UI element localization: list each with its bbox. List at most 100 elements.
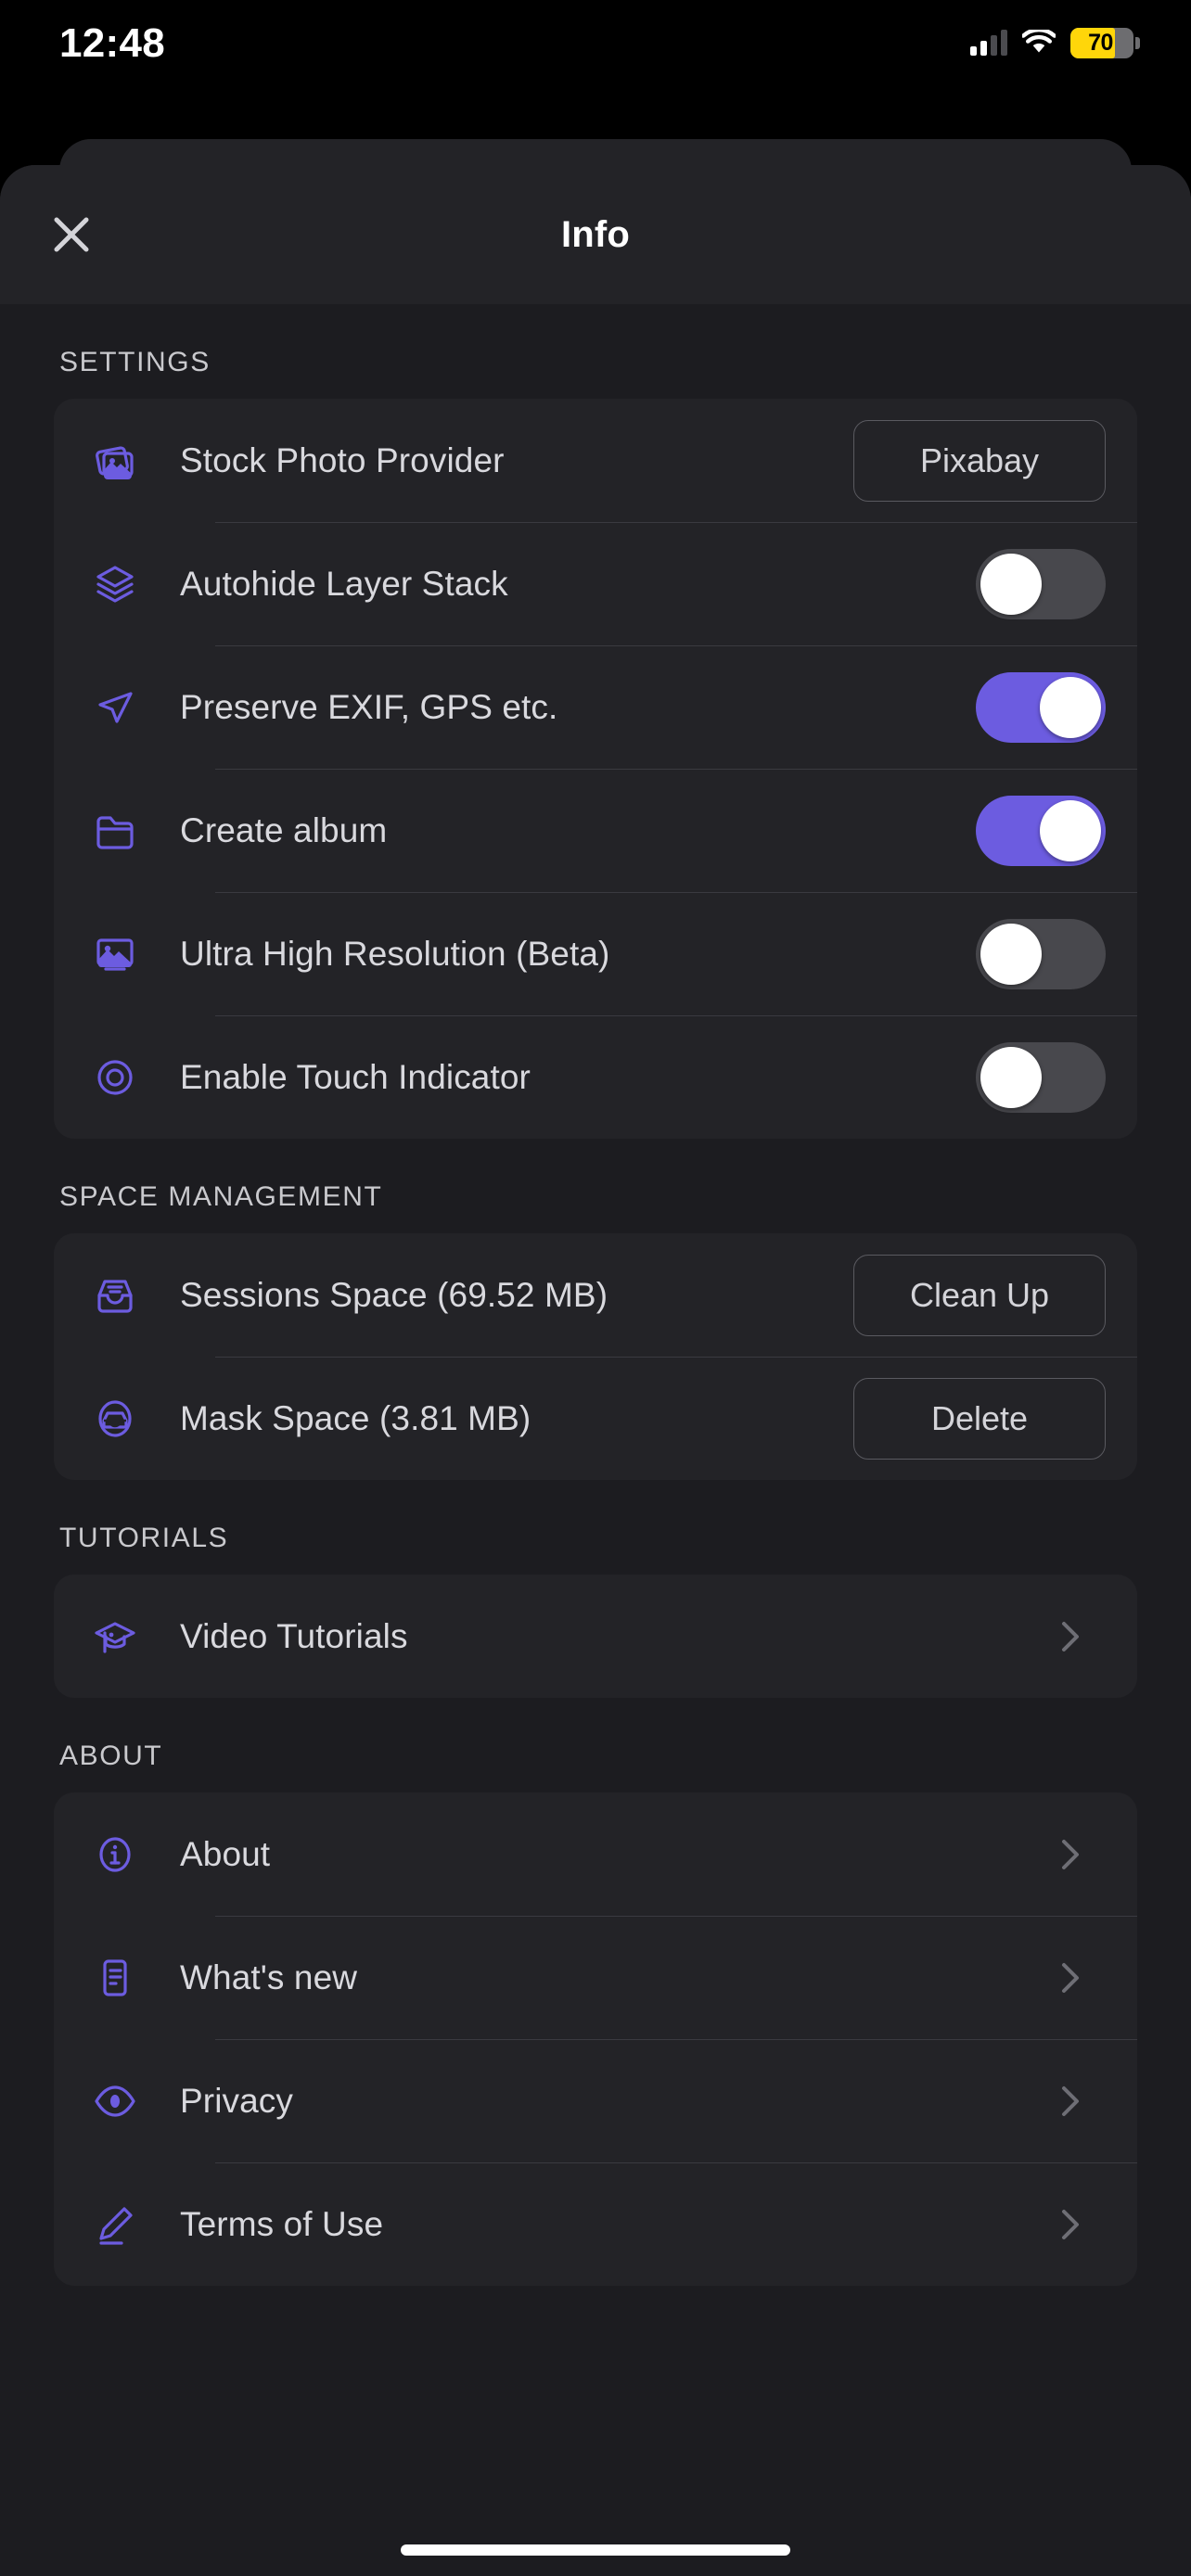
settings-row[interactable]: Mask Space (3.81 MB) Delete — [54, 1357, 1137, 1480]
toggle-knob — [980, 1046, 1042, 1108]
settings-row[interactable]: Autohide Layer Stack — [54, 522, 1137, 645]
changelog-icon — [103, 1958, 127, 1996]
settings-row[interactable]: Create album — [54, 769, 1137, 892]
settings-row-label: What's new — [180, 1958, 358, 1996]
settings-row[interactable]: What's new — [54, 1916, 1137, 2039]
settings-row-control: Pixabay — [853, 419, 1137, 502]
settings-row[interactable]: Sessions Space (69.52 MB) Clean Up — [54, 1233, 1137, 1357]
toggle-switch[interactable] — [976, 548, 1106, 619]
settings-row-label: Sessions Space (69.52 MB) — [180, 1275, 608, 1314]
phone-screen: 12:48 70 Info SETTINGS Stock Photo Provi… — [0, 0, 1191, 2576]
sheet-navbar: Info — [0, 165, 1191, 304]
disclosure-chevron[interactable] — [1048, 2202, 1106, 2247]
settings-card: Sessions Space (69.52 MB) Clean Up Mask Sp… — [54, 1233, 1137, 1480]
settings-row-control: Delete — [853, 1377, 1137, 1460]
pencil-icon — [99, 2206, 133, 2245]
settings-row-control — [1048, 2202, 1137, 2247]
inbox-icon-wrap — [93, 1273, 163, 1318]
close-icon — [54, 217, 89, 252]
wifi-icon — [1022, 30, 1056, 53]
toggle-switch[interactable] — [976, 1041, 1106, 1113]
value-button[interactable]: Pixabay — [853, 419, 1106, 502]
disclosure-chevron[interactable] — [1048, 2079, 1106, 2123]
pencil-icon-wrap — [93, 2202, 163, 2247]
settings-row-label: Create album — [180, 810, 388, 849]
settings-row-control — [1048, 1956, 1137, 2000]
settings-row-label: Stock Photo Provider — [180, 440, 505, 479]
section-header-settings: SETTINGS — [59, 347, 211, 377]
inbox-icon — [97, 1279, 133, 1313]
settings-row-control — [976, 671, 1137, 743]
graduation-cap-icon — [95, 1621, 135, 1653]
graduation-cap-icon-wrap — [93, 1614, 163, 1659]
close-button[interactable] — [37, 200, 106, 269]
home-indicator — [401, 2544, 790, 2556]
eye-icon — [95, 2085, 135, 2117]
folder-icon — [96, 815, 134, 849]
settings-row[interactable]: Enable Touch Indicator — [54, 1015, 1137, 1139]
touch-indicator-icon-wrap — [93, 1055, 163, 1100]
settings-row[interactable]: Video Tutorials — [54, 1575, 1137, 1698]
settings-row[interactable]: Terms of Use — [54, 2162, 1137, 2286]
page-title: Info — [560, 213, 631, 255]
toggle-knob — [980, 553, 1042, 615]
settings-card: About What's new Privacy Terms of Use — [54, 1792, 1137, 2286]
settings-row-control — [976, 918, 1137, 989]
settings-row-control — [976, 548, 1137, 619]
mask-inbox-icon-wrap — [93, 1396, 163, 1441]
navigation-arrow-icon — [98, 691, 133, 723]
image-icon — [96, 937, 134, 971]
touch-indicator-icon — [97, 1059, 133, 1095]
section-header-tutorials: TUTORIALS — [59, 1523, 229, 1553]
section-header-space-management: SPACE MANAGEMENT — [59, 1181, 383, 1212]
settings-row[interactable]: Ultra High Resolution (Beta) — [54, 892, 1137, 1015]
chevron-right-icon — [1062, 1839, 1079, 1869]
battery-percent-label: 70 — [1088, 29, 1113, 56]
settings-row[interactable]: About — [54, 1792, 1137, 1916]
settings-row-label: Mask Space (3.81 MB) — [180, 1398, 531, 1437]
settings-row-label: About — [180, 1834, 271, 1873]
disclosure-chevron[interactable] — [1048, 1832, 1106, 1877]
settings-row[interactable]: Stock Photo Provider Pixabay — [54, 399, 1137, 522]
settings-row-label: Ultra High Resolution (Beta) — [180, 934, 610, 973]
folder-icon-wrap — [93, 809, 163, 853]
settings-row-label: Privacy — [180, 2081, 293, 2120]
settings-row[interactable]: Privacy — [54, 2039, 1137, 2162]
cellular-signal-icon — [970, 30, 1007, 56]
battery-icon: 70 — [1070, 27, 1140, 58]
info-sheet: Info SETTINGS Stock Photo Provider Pixabay… — [0, 165, 1191, 2576]
toggle-knob — [980, 923, 1042, 985]
settings-row-control — [1048, 2079, 1137, 2123]
info-circle-icon — [99, 1836, 131, 1872]
settings-row-label: Terms of Use — [180, 2204, 384, 2243]
toggle-knob — [1040, 799, 1101, 861]
settings-card: Stock Photo Provider Pixabay Autohide Laye… — [54, 399, 1137, 1139]
toggle-switch[interactable] — [976, 795, 1106, 866]
chevron-right-icon — [1062, 1621, 1079, 1651]
stock-photos-icon-wrap — [93, 439, 163, 483]
value-button[interactable]: Clean Up — [853, 1254, 1106, 1336]
settings-row-control: Clean Up — [853, 1254, 1137, 1336]
chevron-right-icon — [1062, 1962, 1079, 1993]
status-bar-indicators: 70 — [970, 24, 1140, 58]
mask-inbox-icon — [98, 1399, 132, 1437]
toggle-knob — [1040, 676, 1101, 738]
settings-row-label: Preserve EXIF, GPS etc. — [180, 687, 558, 726]
settings-row[interactable]: Preserve EXIF, GPS etc. — [54, 645, 1137, 769]
status-bar-time: 12:48 — [59, 20, 166, 66]
stock-photos-icon — [96, 445, 134, 479]
disclosure-chevron[interactable] — [1048, 1956, 1106, 2000]
disclosure-chevron[interactable] — [1048, 1614, 1106, 1659]
settings-row-label: Autohide Layer Stack — [180, 564, 508, 603]
value-button[interactable]: Delete — [853, 1377, 1106, 1460]
toggle-switch[interactable] — [976, 918, 1106, 989]
settings-content: SETTINGS Stock Photo Provider Pixabay Autoh… — [0, 347, 1191, 2286]
settings-row-control — [976, 1041, 1137, 1113]
settings-row-control — [1048, 1614, 1137, 1659]
toggle-switch[interactable] — [976, 671, 1106, 743]
status-bar: 12:48 70 — [0, 0, 1191, 82]
layers-icon — [96, 565, 134, 603]
chevron-right-icon — [1062, 2085, 1079, 2116]
settings-row-control — [976, 795, 1137, 866]
settings-row-label: Video Tutorials — [180, 1616, 408, 1655]
